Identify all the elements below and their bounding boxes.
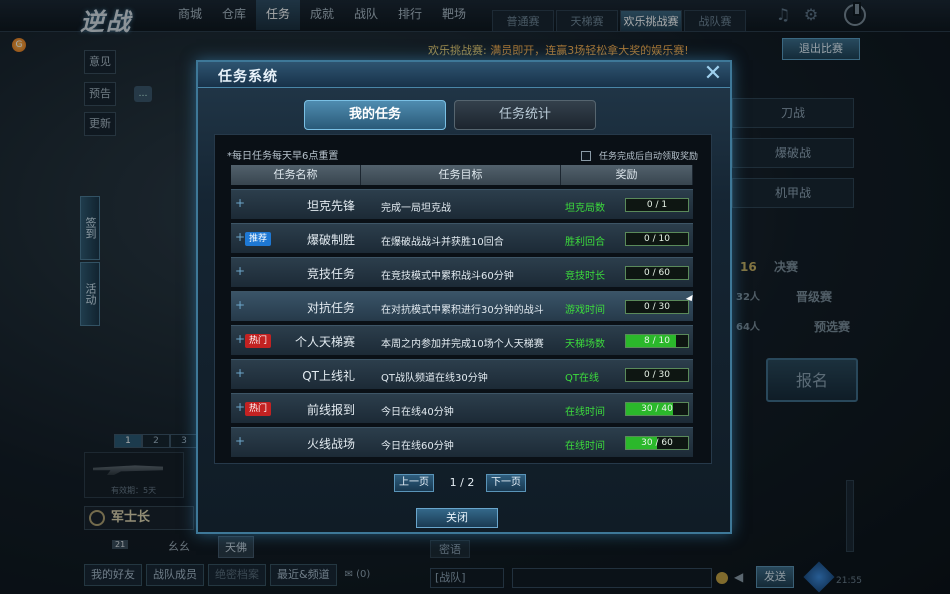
task-goal: 完成一局坦克战 — [381, 203, 451, 214]
reward-label: 坦克局数 — [565, 203, 605, 214]
task-name: 坦克先锋 — [306, 199, 355, 213]
task-name: 火线战场 — [306, 437, 355, 451]
progress-bar: 30 / 60 — [625, 436, 689, 450]
task-goal: 在竞技模式中累积战斗60分钟 — [381, 271, 514, 282]
task-goal: 本周之内参加并完成10场个人天梯赛 — [381, 339, 544, 350]
progress-text: 0 / 10 — [644, 234, 670, 244]
tab-task-stats[interactable]: 任务统计 — [454, 100, 596, 130]
task-goal: 今日在线60分钟 — [381, 441, 454, 452]
progress-bar: 8 / 10 — [625, 334, 689, 348]
task-row[interactable]: + 对抗任务 在对抗模式中累积进行30分钟的战斗 游戏时间 0 / 30 — [231, 291, 693, 321]
task-row[interactable]: + QT上线礼 QT战队频道在线30分钟 QT在线 0 / 30 — [231, 359, 693, 389]
reward-label: 在线时间 — [565, 441, 605, 452]
auto-claim-checkbox[interactable] — [581, 150, 591, 161]
progress-text: 0 / 30 — [644, 302, 670, 312]
task-row[interactable]: + 火线战场 今日在线60分钟 在线时间 30 / 60 — [231, 427, 693, 457]
progress-bar: 0 / 60 — [625, 266, 689, 280]
reward-label: 在线时间 — [565, 407, 605, 418]
dialog-titlebar: 任务系统 ✕ — [198, 62, 730, 88]
reward-label: 游戏时间 — [565, 305, 605, 316]
task-goal: 在对抗模式中累积进行30分钟的战斗 — [381, 305, 544, 316]
close-button[interactable]: 关闭 — [416, 508, 498, 528]
progress-bar: 0 / 30 — [625, 300, 689, 314]
header-reward: 奖励 — [561, 165, 693, 185]
progress-text: 0 / 60 — [644, 268, 670, 278]
task-row[interactable]: + 坦克先锋 完成一局坦克战 坦克局数 0 / 1 — [231, 189, 693, 219]
progress-bar: 0 / 30 — [625, 368, 689, 382]
prev-page-button[interactable]: 上一页 — [394, 474, 434, 492]
task-row[interactable]: + 竞技任务 在竞技模式中累积战斗60分钟 竞技时长 0 / 60 — [231, 257, 693, 287]
task-name: 前线报到 — [306, 403, 355, 417]
task-dialog: 任务系统 ✕ 我的任务 任务统计 *每日任务每天早6点重置 任务完成后自动领取奖… — [196, 60, 732, 534]
progress-text: 8 / 10 — [644, 336, 670, 346]
tab-my-tasks[interactable]: 我的任务 — [304, 100, 446, 130]
auto-claim-label: 任务完成后自动领取奖励 — [599, 152, 699, 162]
task-name: QT上线礼 — [302, 369, 355, 383]
close-icon[interactable]: ✕ — [702, 63, 724, 86]
task-goal: 在爆破战战斗并获胜10回合 — [381, 237, 504, 248]
progress-bar: 0 / 1 — [625, 198, 689, 212]
task-list: + 坦克先锋 完成一局坦克战 坦克局数 0 / 1 + 推荐 爆破制胜 在爆破战战斗并获胜10回… — [231, 189, 693, 461]
task-name: 竞技任务 — [306, 267, 355, 281]
progress-text: 30 / 60 — [641, 438, 673, 448]
progress-text: 0 / 1 — [646, 200, 668, 210]
pager: 上一页 1 / 2 下一页 — [198, 472, 730, 494]
page-indicator: 1 / 2 — [449, 476, 475, 489]
task-table-header: 任务名称 任务目标 奖励 — [231, 165, 693, 185]
reward-label: QT在线 — [565, 373, 599, 384]
task-name: 对抗任务 — [306, 301, 355, 315]
task-name: 个人天梯赛 — [294, 335, 355, 349]
progress-bar: 0 / 10 — [625, 232, 689, 246]
task-row[interactable]: + 热门 个人天梯赛 本周之内参加并完成10场个人天梯赛 天梯场数 8 / 10 — [231, 325, 693, 355]
dialog-title: 任务系统 — [218, 69, 278, 85]
progress-bar: 30 / 40 — [625, 402, 689, 416]
task-panel: *每日任务每天早6点重置 任务完成后自动领取奖励 任务名称 任务目标 奖励 + 坦… — [214, 134, 712, 464]
header-task-goal: 任务目标 — [361, 165, 561, 185]
task-goal: QT战队频道在线30分钟 — [381, 373, 488, 384]
task-row[interactable]: + 推荐 爆破制胜 在爆破战战斗并获胜10回合 胜利回合 0 / 10 — [231, 223, 693, 253]
reward-label: 胜利回合 — [565, 237, 605, 248]
reset-note: *每日任务每天早6点重置 — [227, 151, 339, 162]
progress-text: 0 / 30 — [644, 370, 670, 380]
auto-claim-option[interactable]: 任务完成后自动领取奖励 — [581, 149, 698, 162]
task-goal: 今日在线40分钟 — [381, 407, 454, 418]
progress-text: 30 / 40 — [641, 404, 673, 414]
header-task-name: 任务名称 — [231, 165, 361, 185]
task-row[interactable]: + 热门 前线报到 今日在线40分钟 在线时间 30 / 40 — [231, 393, 693, 423]
task-name: 爆破制胜 — [306, 233, 355, 247]
next-page-button[interactable]: 下一页 — [486, 474, 526, 492]
reward-label: 天梯场数 — [565, 339, 605, 350]
reward-label: 竞技时长 — [565, 271, 605, 282]
